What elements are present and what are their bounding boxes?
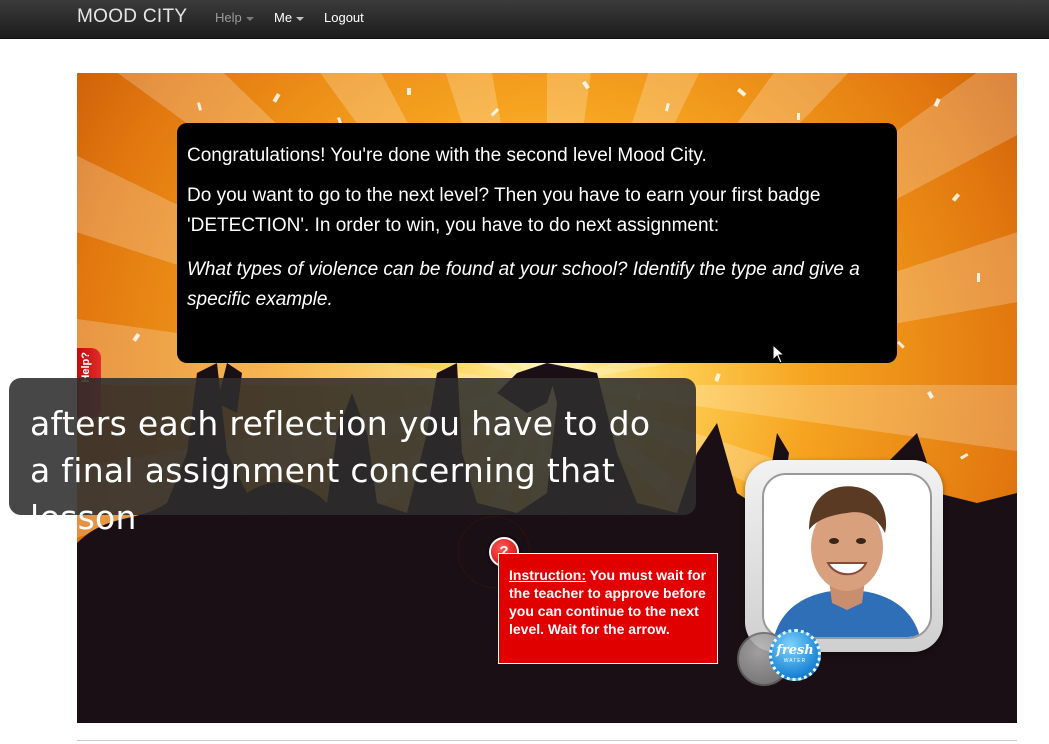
nav-logout-link[interactable]: Logout	[324, 10, 364, 25]
video-caption-overlay: afters each reflection you have to do a …	[9, 378, 696, 537]
caret-down-icon	[245, 16, 254, 21]
dialog-assignment-text: What types of violence can be found at y…	[187, 259, 860, 310]
mouse-cursor-icon	[772, 344, 786, 364]
instruction-box: Instruction: You must wait for the teach…	[498, 553, 718, 664]
nav-me-dropdown[interactable]: Me	[274, 10, 305, 25]
congratulations-dialog: Congratulations! You're done with the se…	[177, 123, 897, 363]
badge-subtitle: WATER	[783, 658, 807, 664]
badge-title: fresh	[776, 643, 814, 658]
caret-down-icon	[296, 16, 305, 21]
nav-help-label: Help	[215, 10, 242, 25]
avatar-portrait-image	[764, 475, 930, 637]
nav-me-label: Me	[274, 10, 293, 25]
avatar	[762, 473, 932, 639]
dialog-next-level-text: Do you want to go to the next level? The…	[187, 185, 821, 236]
dialog-congrats-text: Congratulations! You're done with the se…	[187, 145, 707, 166]
nav-help-dropdown[interactable]: Help	[215, 10, 254, 25]
top-navbar: MOOD CITY Help Me Logout	[0, 0, 1049, 39]
instruction-label: Instruction:	[509, 567, 586, 583]
brand-logo-text[interactable]: MOOD CITY	[77, 6, 187, 28]
avatar-card[interactable]	[745, 460, 943, 652]
fresh-water-badge-icon[interactable]: fresh WATER	[769, 629, 821, 681]
page-divider	[77, 740, 1017, 741]
